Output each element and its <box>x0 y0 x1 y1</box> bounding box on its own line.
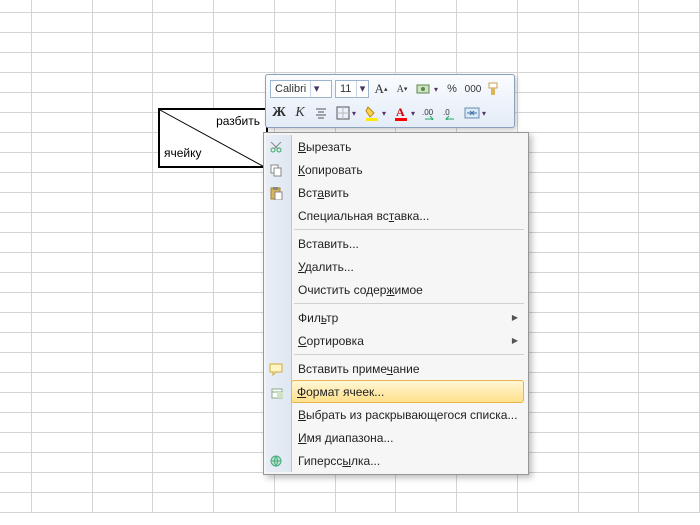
menu-item-cut[interactable]: Вырезать <box>292 135 526 158</box>
italic-button[interactable]: К <box>291 103 309 123</box>
percent-format-button[interactable]: % <box>443 79 461 99</box>
money-icon <box>416 81 432 97</box>
menu-label: Вырезать <box>298 140 351 154</box>
bucket-icon <box>364 105 380 121</box>
comma-format-button[interactable]: 000 <box>464 79 482 99</box>
merge-cells-button[interactable]: ▾ <box>462 103 488 123</box>
chevron-down-icon: ▾ <box>310 81 322 97</box>
merged-cell-diagonal[interactable]: разбить ячейку <box>158 108 268 168</box>
chevron-down-icon: ▾ <box>356 81 368 97</box>
menu-item-delete[interactable]: Удалить... <box>292 255 526 278</box>
menu-item-clear[interactable]: Очистить содержимое <box>292 278 526 301</box>
borders-icon <box>336 106 350 120</box>
cell-text-bottom: ячейку <box>164 146 202 160</box>
bold-button[interactable]: Ж <box>270 103 288 123</box>
menu-label: Фильтр <box>298 311 338 325</box>
menu-separator <box>294 229 524 230</box>
menu-label: Специальная вставка... <box>298 209 429 223</box>
menu-label: Вставить <box>298 186 349 200</box>
menu-label: Вставить примечание <box>298 362 420 376</box>
format-cells-icon <box>268 384 286 402</box>
menu-item-paste-special[interactable]: Специальная вставка... <box>292 204 526 227</box>
menu-label: Сортировка <box>298 334 364 348</box>
menu-item-hyperlink[interactable]: Гиперссылка... <box>292 449 526 472</box>
menu-label: Формат ячеек... <box>297 385 384 399</box>
increase-decimal-button[interactable]: .00 <box>420 103 438 123</box>
menu-separator <box>294 354 524 355</box>
menu-separator <box>294 303 524 304</box>
menu-label: Выбрать из раскрывающегося списка... <box>298 408 517 422</box>
paste-icon <box>267 184 285 202</box>
svg-text:.0: .0 <box>443 108 450 117</box>
menu-label: Копировать <box>298 163 363 177</box>
align-center-icon <box>314 106 328 120</box>
menu-item-filter[interactable]: Фильтр <box>292 306 526 329</box>
font-color-icon: A <box>393 105 409 121</box>
menu-item-insert[interactable]: Вставить... <box>292 232 526 255</box>
menu-label: Очистить содержимое <box>298 283 423 297</box>
menu-item-insert-comment[interactable]: Вставить примечание <box>292 357 526 380</box>
comment-icon <box>267 360 285 378</box>
menu-label: Гиперссылка... <box>298 454 380 468</box>
borders-button[interactable]: ▾ <box>333 103 359 123</box>
font-size-combo[interactable]: 11 ▾ <box>335 80 369 98</box>
cell-text-top: разбить <box>216 114 260 128</box>
mini-toolbar: Calibri ▾ 11 ▾ A▴ A▾ ▾ % 000 Ж К ▾ <box>265 74 515 128</box>
merge-icon <box>464 106 480 120</box>
paintbrush-icon <box>486 81 502 97</box>
menu-label: Имя диапазона... <box>298 431 393 445</box>
copy-icon <box>267 161 285 179</box>
menu-item-paste[interactable]: Вставить <box>292 181 526 204</box>
accounting-format-button[interactable]: ▾ <box>414 79 440 99</box>
menu-item-name-range[interactable]: Имя диапазона... <box>292 426 526 449</box>
menu-label: Вставить... <box>298 237 359 251</box>
svg-text:.00: .00 <box>422 108 434 117</box>
scissors-icon <box>267 138 285 156</box>
increase-decimal-icon: .00 <box>421 106 437 120</box>
shrink-font-button[interactable]: A▾ <box>393 79 411 99</box>
font-size-value: 11 <box>336 83 355 95</box>
font-name-combo[interactable]: Calibri ▾ <box>270 80 332 98</box>
font-color-button[interactable]: A ▾ <box>391 103 417 123</box>
decrease-decimal-icon: .0 <box>442 106 458 120</box>
decrease-decimal-button[interactable]: .0 <box>441 103 459 123</box>
format-painter-button[interactable] <box>485 79 503 99</box>
menu-item-pick-from-list[interactable]: Выбрать из раскрывающегося списка... <box>292 403 526 426</box>
fill-color-button[interactable]: ▾ <box>362 103 388 123</box>
font-name-value: Calibri <box>271 83 310 95</box>
menu-item-copy[interactable]: Копировать <box>292 158 526 181</box>
grow-font-button[interactable]: A▴ <box>372 79 390 99</box>
context-menu: Вырезать Копировать Вставить Специальная… <box>263 132 529 475</box>
menu-item-sort[interactable]: Сортировка <box>292 329 526 352</box>
align-center-button[interactable] <box>312 103 330 123</box>
svg-text:A: A <box>396 105 405 119</box>
menu-item-format-cells[interactable]: Формат ячеек... <box>291 380 524 403</box>
menu-label: Удалить... <box>298 260 354 274</box>
globe-icon <box>267 452 285 470</box>
